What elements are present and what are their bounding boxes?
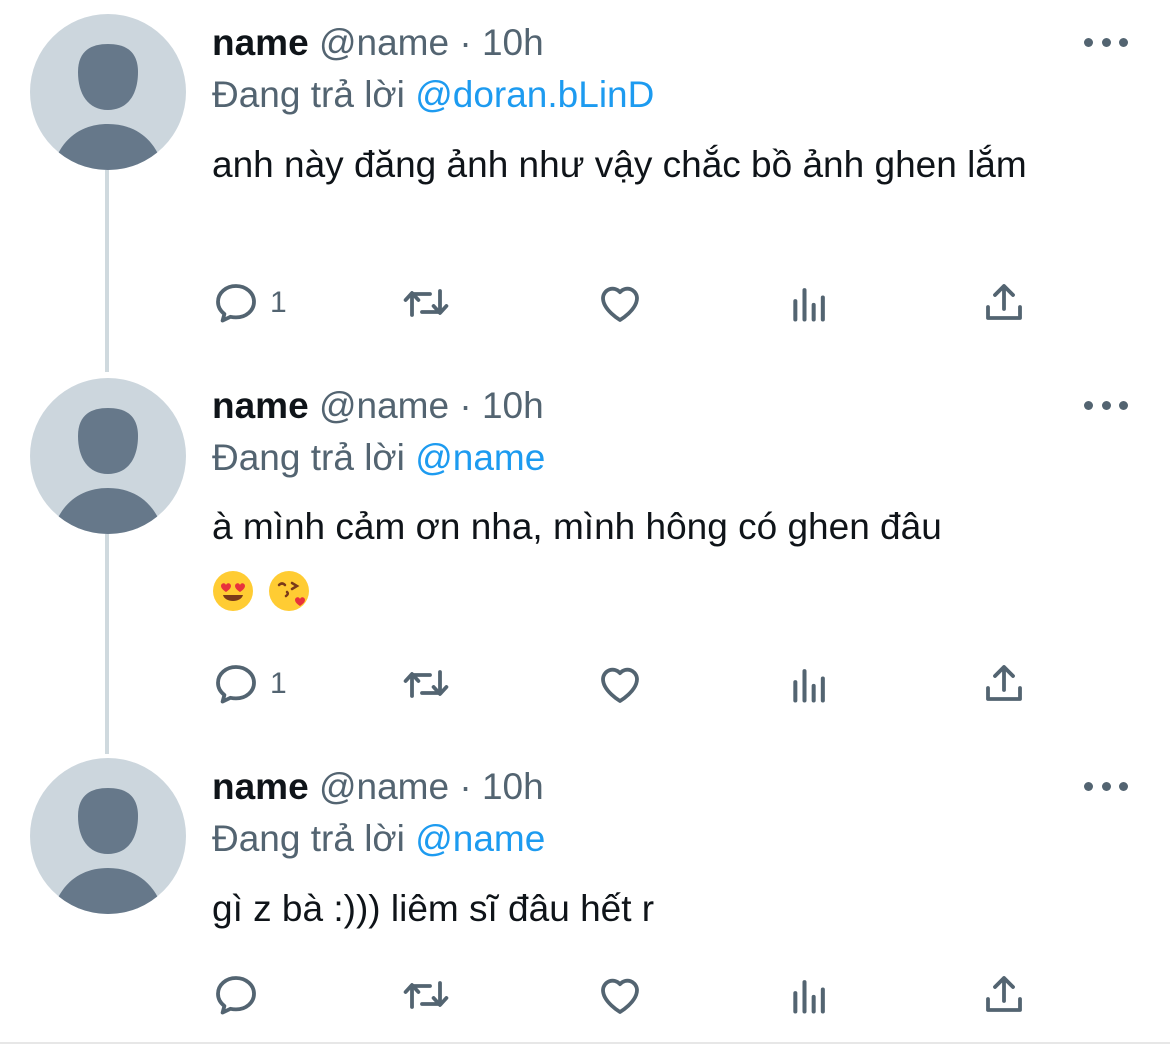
replying-to: Đang trả lời @name [212, 818, 545, 860]
mention-link[interactable]: @doran.bLinD [415, 74, 654, 115]
reply-count: 1 [270, 667, 287, 700]
reply-button[interactable] [212, 970, 270, 1020]
share-button[interactable] [980, 970, 1028, 1020]
like-icon [596, 971, 644, 1019]
mention-link[interactable]: @name [415, 437, 545, 478]
retweet-button[interactable] [402, 970, 450, 1020]
reply-button[interactable]: 1 [212, 278, 287, 328]
tweet-text: gì z bà :))) liêm sĩ đâu hết r [212, 888, 655, 929]
replying-to: Đang trả lời @doran.bLinD [212, 74, 654, 116]
retweet-button[interactable] [402, 659, 450, 709]
like-button[interactable] [596, 278, 644, 328]
separator-dot: · [459, 766, 472, 807]
thread-line [105, 534, 109, 754]
retweet-icon [402, 971, 450, 1019]
reply-button[interactable]: 1 [212, 659, 287, 709]
share-icon [980, 660, 1028, 708]
replying-label: Đang trả lời [212, 74, 405, 115]
divider [0, 1042, 1170, 1044]
tweet[interactable]: name @name · 10h Đang trả lời @doran.bLi… [0, 0, 1170, 372]
default-avatar-icon [52, 44, 164, 170]
avatar[interactable] [30, 378, 186, 534]
replying-label: Đang trả lời [212, 437, 405, 478]
tweet-actions [212, 970, 1052, 1020]
display-name[interactable]: name [212, 766, 309, 807]
like-button[interactable] [596, 659, 644, 709]
tweet-text: anh này đăng ảnh như vậy chắc bồ ảnh ghe… [212, 144, 1027, 185]
user-handle[interactable]: @name [319, 385, 449, 426]
replying-to: Đang trả lời @name [212, 437, 545, 479]
share-button[interactable] [980, 659, 1028, 709]
views-button[interactable] [788, 659, 832, 709]
views-icon [788, 279, 832, 327]
timestamp[interactable]: 10h [482, 385, 544, 426]
retweet-button[interactable] [402, 278, 450, 328]
reply-icon [212, 971, 260, 1019]
timestamp[interactable]: 10h [482, 22, 544, 63]
timestamp[interactable]: 10h [482, 766, 544, 807]
more-options-icon[interactable] [1084, 776, 1128, 796]
default-avatar-icon [52, 408, 164, 534]
more-options-icon[interactable] [1084, 395, 1128, 415]
like-icon [596, 279, 644, 327]
avatar[interactable] [30, 758, 186, 914]
tweet-header: name @name · 10h [212, 22, 544, 64]
user-handle[interactable]: @name [319, 22, 449, 63]
heart-eyes-emoji [213, 571, 253, 611]
tweet-actions: 1 [212, 278, 1052, 328]
emoji-row [212, 570, 310, 612]
avatar[interactable] [30, 14, 186, 170]
like-button[interactable] [596, 970, 644, 1020]
mention-link[interactable]: @name [415, 818, 545, 859]
like-icon [596, 660, 644, 708]
tweet-text: à mình cảm ơn nha, mình hông có ghen đâu [212, 506, 942, 547]
retweet-icon [402, 279, 450, 327]
display-name[interactable]: name [212, 385, 309, 426]
views-button[interactable] [788, 278, 832, 328]
share-icon [980, 279, 1028, 327]
reply-icon [212, 660, 260, 708]
share-button[interactable] [980, 278, 1028, 328]
views-icon [788, 660, 832, 708]
share-icon [980, 971, 1028, 1019]
replying-label: Đang trả lời [212, 818, 405, 859]
kissing-heart-emoji [269, 571, 309, 611]
reply-count: 1 [270, 286, 287, 319]
user-handle[interactable]: @name [319, 766, 449, 807]
more-options-icon[interactable] [1084, 32, 1128, 52]
tweet[interactable]: name @name · 10h Đang trả lời @name gì z… [0, 0, 1170, 1]
retweet-icon [402, 660, 450, 708]
tweet-actions: 1 [212, 659, 1052, 709]
tweet-header: name @name · 10h [212, 385, 544, 427]
views-button[interactable] [788, 970, 832, 1020]
reply-icon [212, 279, 260, 327]
separator-dot: · [459, 385, 472, 426]
display-name[interactable]: name [212, 22, 309, 63]
tweet-header: name @name · 10h [212, 766, 544, 808]
views-icon [788, 971, 832, 1019]
default-avatar-icon [52, 788, 164, 914]
separator-dot: · [459, 22, 472, 63]
